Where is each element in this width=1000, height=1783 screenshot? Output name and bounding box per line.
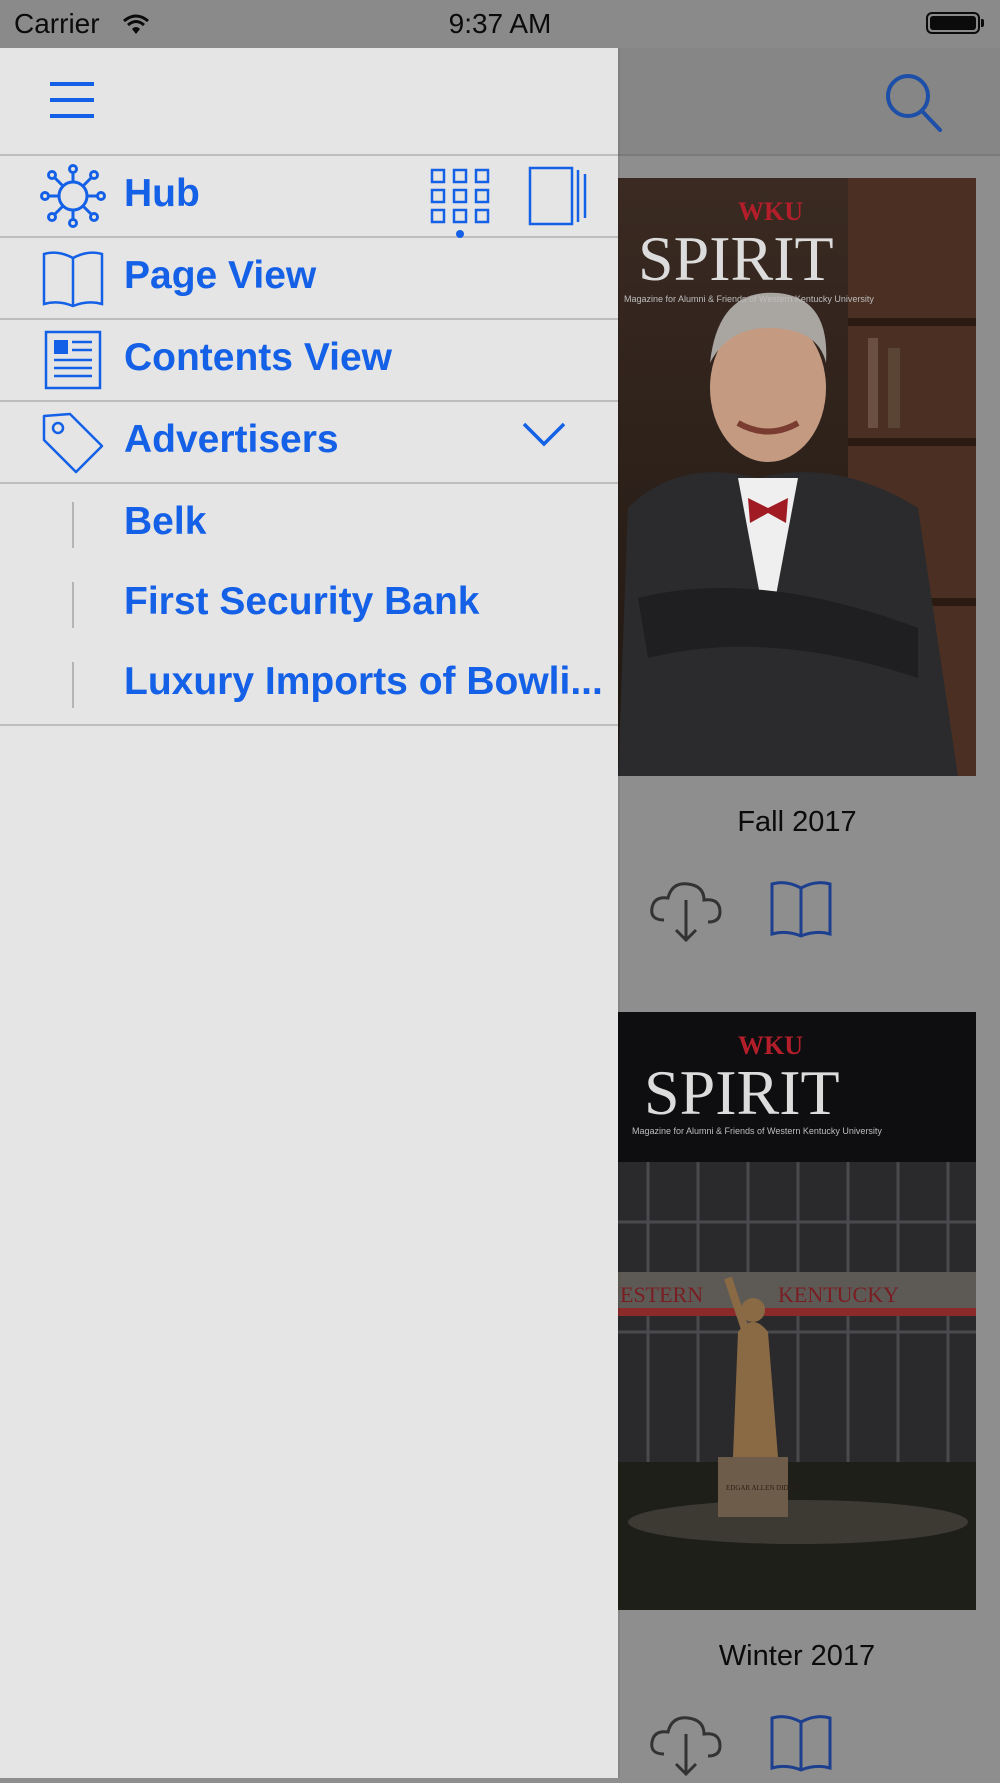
- contents-icon: [40, 328, 106, 392]
- hamburger-menu-icon[interactable]: [48, 80, 96, 125]
- drawer-item-page-view[interactable]: Page View: [0, 238, 618, 320]
- tag-icon: [40, 410, 106, 474]
- drawer-item-label: Contents View: [124, 336, 392, 379]
- drawer-header: [0, 48, 618, 156]
- single-page-view-icon[interactable]: [528, 166, 588, 231]
- issue-cover[interactable]: ESTERN KENTUCKY EDGAR ALLEN DIDDLE WKU S…: [618, 1012, 976, 1610]
- advertiser-item[interactable]: Luxury Imports of Bowli...: [0, 644, 618, 724]
- cover-title: SPIRIT: [644, 1057, 840, 1128]
- drawer-item-label: Page View: [124, 254, 317, 297]
- indent-bar: [72, 502, 74, 548]
- battery-icon: [926, 12, 984, 34]
- issue-title: Winter 2017: [718, 1640, 876, 1672]
- clock: 9:37 AM: [448, 8, 552, 39]
- issue-title: Fall 2017: [737, 806, 857, 838]
- cover-sign-right: KENTUCKY: [778, 1282, 899, 1307]
- hub-icon: [40, 164, 106, 228]
- advertiser-label: Belk: [124, 500, 207, 543]
- drawer-item-hub[interactable]: Hub: [0, 156, 618, 238]
- drawer-item-label: Hub: [124, 172, 200, 215]
- drawer-item-label: Advertisers: [124, 418, 339, 461]
- cover-brand: WKU: [738, 1031, 803, 1060]
- cover-brand: WKU: [738, 197, 803, 226]
- chevron-down-icon[interactable]: [520, 418, 568, 453]
- selected-indicator: [456, 230, 464, 238]
- read-book-icon[interactable]: [768, 876, 834, 943]
- read-book-icon[interactable]: [768, 1710, 834, 1777]
- indent-bar: [72, 582, 74, 628]
- cover-tagline: Magazine for Alumni & Friends of Western…: [632, 1126, 882, 1136]
- issue-cover[interactable]: WKU SPIRIT Magazine for Alumni & Friends…: [618, 178, 976, 776]
- advertiser-item[interactable]: First Security Bank: [0, 564, 618, 644]
- advertiser-label: Luxury Imports of Bowli...: [124, 660, 603, 703]
- download-cloud-icon[interactable]: [648, 1710, 724, 1783]
- drawer-item-contents-view[interactable]: Contents View: [0, 320, 618, 402]
- drawer-item-advertisers[interactable]: Advertisers: [0, 402, 618, 484]
- cover-tagline: Magazine for Alumni & Friends of Western…: [624, 294, 874, 304]
- cover-statue-plaque: EDGAR ALLEN DIDDLE: [726, 1484, 802, 1492]
- open-book-icon: [40, 246, 106, 310]
- cover-title: SPIRIT: [638, 223, 834, 294]
- indent-bar: [72, 662, 74, 708]
- status-bar: Carrier 9:37 AM: [0, 0, 1000, 48]
- cover-sign-left: ESTERN: [620, 1282, 703, 1307]
- advertiser-label: First Security Bank: [124, 580, 480, 623]
- advertisers-list: Belk First Security Bank Luxury Imports …: [0, 484, 618, 726]
- grid-view-icon[interactable]: [430, 168, 490, 231]
- download-cloud-icon[interactable]: [648, 876, 724, 949]
- side-drawer: Hub Page View Contents View Advertisers …: [0, 48, 618, 1778]
- advertiser-item[interactable]: Belk: [0, 484, 618, 564]
- search-icon[interactable]: [882, 70, 946, 139]
